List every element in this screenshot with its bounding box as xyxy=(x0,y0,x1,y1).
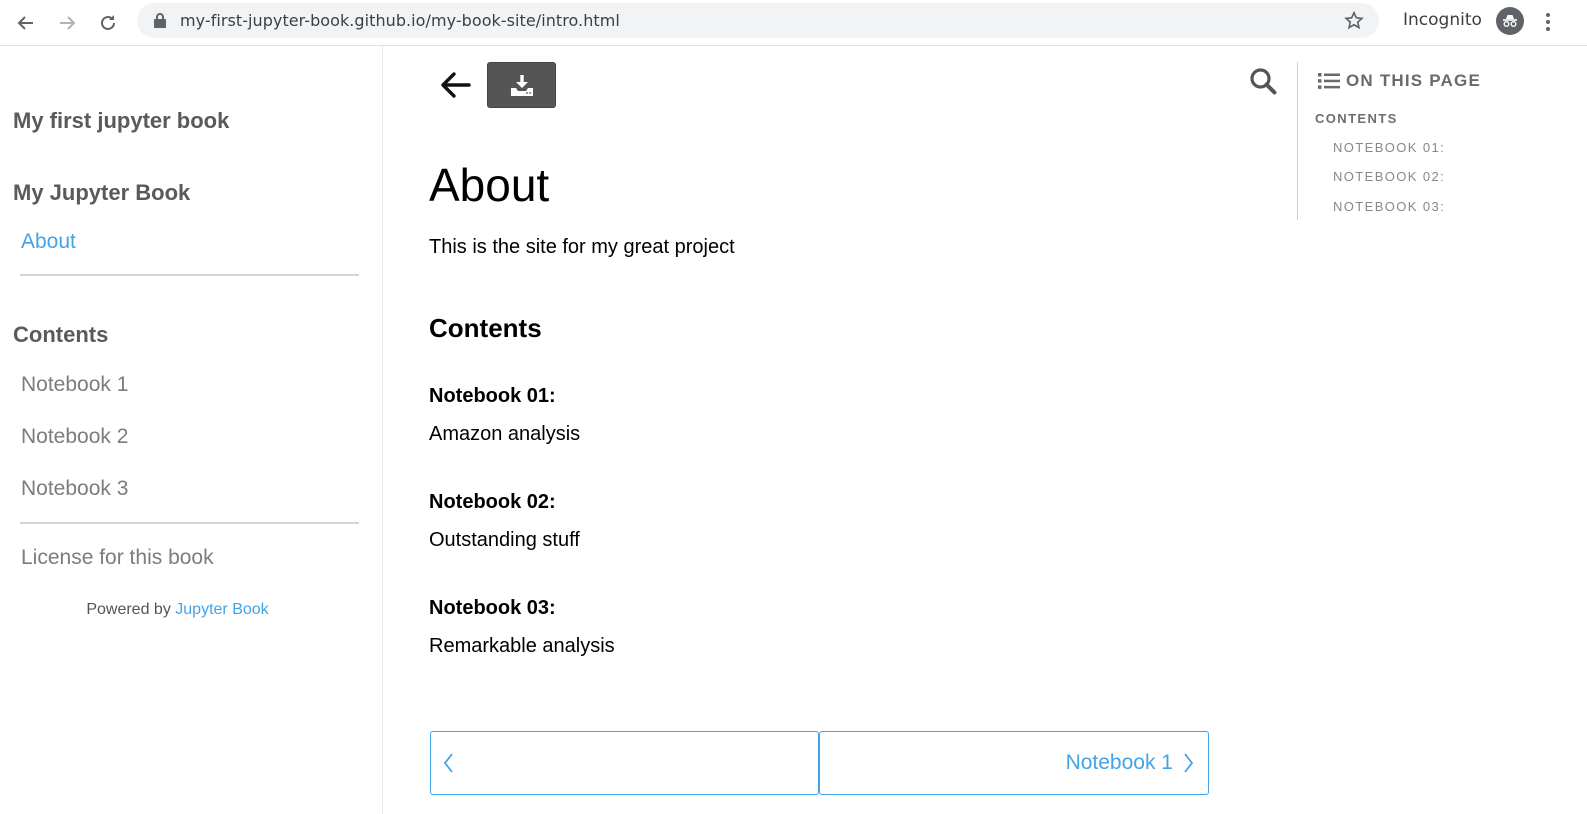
toc-item-notebook-01[interactable]: NOTEBOOK 01: xyxy=(1333,140,1445,155)
search-icon[interactable] xyxy=(1248,66,1278,96)
notebook-03-description: Remarkable analysis xyxy=(429,635,615,657)
sidebar: My first jupyter book My Jupyter Book Ab… xyxy=(0,46,383,814)
download-button[interactable] xyxy=(487,62,556,108)
notebook-02-heading: Notebook 02: xyxy=(429,491,556,513)
sidebar-item-notebook-2[interactable]: Notebook 2 xyxy=(21,425,128,449)
on-this-page-toc: ON THIS PAGE CONTENTS NOTEBOOK 01: NOTEB… xyxy=(1297,62,1567,220)
powered-by: Powered by Jupyter Book xyxy=(0,601,355,619)
sidebar-item-about[interactable]: About xyxy=(21,230,76,254)
toc-heading: ON THIS PAGE xyxy=(1346,71,1481,90)
sidebar-divider xyxy=(20,274,359,276)
download-icon xyxy=(510,75,533,96)
star-icon[interactable] xyxy=(1343,10,1365,32)
lock-icon xyxy=(154,13,166,28)
toc-item-notebook-03[interactable]: NOTEBOOK 03: xyxy=(1333,199,1445,214)
next-page-button[interactable]: Notebook 1 xyxy=(819,731,1209,795)
notebook-01-heading: Notebook 01: xyxy=(429,385,556,407)
notebook-02-description: Outstanding stuff xyxy=(429,529,580,551)
arrow-left-icon[interactable] xyxy=(436,66,474,104)
powered-by-text: Powered by xyxy=(86,601,171,618)
contents-heading: Contents xyxy=(429,313,542,343)
reload-icon[interactable] xyxy=(91,6,125,40)
browser-toolbar: my-first-jupyter-book.github.io/my-book-… xyxy=(0,0,1587,46)
sidebar-divider xyxy=(20,522,359,524)
chevron-right-icon xyxy=(1184,753,1194,773)
intro-text: This is the site for my great project xyxy=(429,236,735,258)
jupyter-book-link[interactable]: Jupyter Book xyxy=(175,601,268,618)
chevron-left-icon xyxy=(443,753,453,773)
notebook-03-heading: Notebook 03: xyxy=(429,597,556,619)
toc-item-contents[interactable]: CONTENTS xyxy=(1315,111,1398,126)
sidebar-item-notebook-3[interactable]: Notebook 3 xyxy=(21,477,128,501)
sidebar-heading-my-jupyter-book: My Jupyter Book xyxy=(13,180,191,205)
toc-header: ON THIS PAGE xyxy=(1318,71,1481,91)
sidebar-item-notebook-1[interactable]: Notebook 1 xyxy=(21,373,128,397)
incognito-icon[interactable] xyxy=(1496,7,1524,35)
page-title: About xyxy=(429,159,550,211)
sidebar-heading-contents: Contents xyxy=(13,322,109,347)
more-vert-icon[interactable] xyxy=(1538,8,1558,36)
sidebar-item-license[interactable]: License for this book xyxy=(21,546,214,570)
book-title[interactable]: My first jupyter book xyxy=(13,108,229,134)
address-bar[interactable]: my-first-jupyter-book.github.io/my-book-… xyxy=(137,3,1379,38)
toc-item-notebook-02[interactable]: NOTEBOOK 02: xyxy=(1333,169,1445,184)
url-text: my-first-jupyter-book.github.io/my-book-… xyxy=(180,11,620,30)
incognito-label: Incognito xyxy=(1403,10,1482,30)
next-page-label: Notebook 1 xyxy=(1065,751,1173,774)
forward-arrow-icon[interactable] xyxy=(50,6,84,40)
prev-page-button[interactable] xyxy=(430,731,819,795)
list-icon xyxy=(1318,73,1340,89)
notebook-01-description: Amazon analysis xyxy=(429,423,581,445)
back-arrow-icon[interactable] xyxy=(9,6,43,40)
